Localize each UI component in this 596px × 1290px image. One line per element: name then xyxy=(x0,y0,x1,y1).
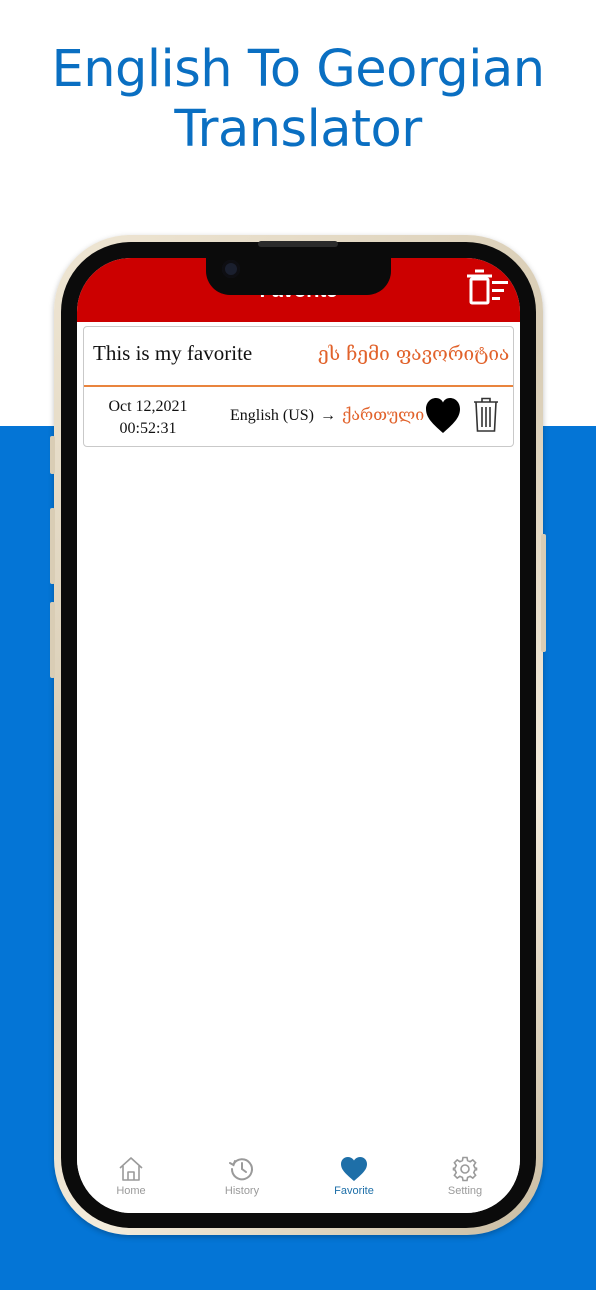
clear-all-button[interactable] xyxy=(465,268,511,308)
phone-mute-switch xyxy=(50,436,55,474)
tab-favorite[interactable]: Favorite xyxy=(314,1156,394,1197)
front-camera xyxy=(222,260,240,278)
translated-text: ეს ჩემი ფავორიტია xyxy=(318,343,510,365)
phone-power-button xyxy=(541,534,546,652)
headline-line-1: English To Georgian xyxy=(51,40,545,99)
favorite-item-card[interactable]: This is my favorite ეს ჩემი ფავორიტია Oc… xyxy=(83,326,514,447)
tab-history[interactable]: History xyxy=(202,1156,282,1197)
gear-icon xyxy=(452,1156,478,1182)
language-pair: English (US) → ქართული xyxy=(230,405,424,425)
tab-favorite-label: Favorite xyxy=(334,1185,374,1197)
tab-setting-label: Setting xyxy=(447,1185,483,1197)
source-language: English (US) xyxy=(230,407,314,424)
home-icon xyxy=(119,1157,143,1181)
phone-notch xyxy=(206,258,391,295)
arrow-icon: → xyxy=(320,407,336,424)
history-icon xyxy=(229,1158,253,1181)
tab-home[interactable]: Home xyxy=(91,1156,171,1197)
heart-filled-icon xyxy=(426,398,460,433)
headline-line-2: Translator xyxy=(174,100,422,159)
promo-headline: English To Georgian Translator xyxy=(0,40,596,160)
bottom-tab-bar: Home History Favorite Setting xyxy=(77,1148,520,1213)
tab-history-label: History xyxy=(224,1185,260,1197)
phone-volume-down xyxy=(50,602,55,678)
timestamp: Oct 12,2021 00:52:31 xyxy=(98,396,198,440)
entry-time: 00:52:31 xyxy=(119,420,177,437)
delete-button[interactable] xyxy=(473,397,499,433)
unfavorite-button[interactable] xyxy=(425,397,461,435)
tab-setting[interactable]: Setting xyxy=(425,1156,505,1197)
phone-volume-up xyxy=(50,508,55,584)
clear-list-icon xyxy=(467,269,508,305)
trash-icon xyxy=(474,397,498,432)
tab-home-label: Home xyxy=(116,1185,146,1197)
target-language: ქართული xyxy=(342,405,425,424)
earpiece-speaker xyxy=(258,241,338,247)
card-divider xyxy=(84,385,513,387)
entry-date: Oct 12,2021 xyxy=(108,398,188,415)
source-text: This is my favorite xyxy=(93,341,253,365)
heart-icon xyxy=(341,1157,367,1181)
app-screen: Favorite This is my favorite ეს ჩემი ფავ… xyxy=(77,258,520,1213)
